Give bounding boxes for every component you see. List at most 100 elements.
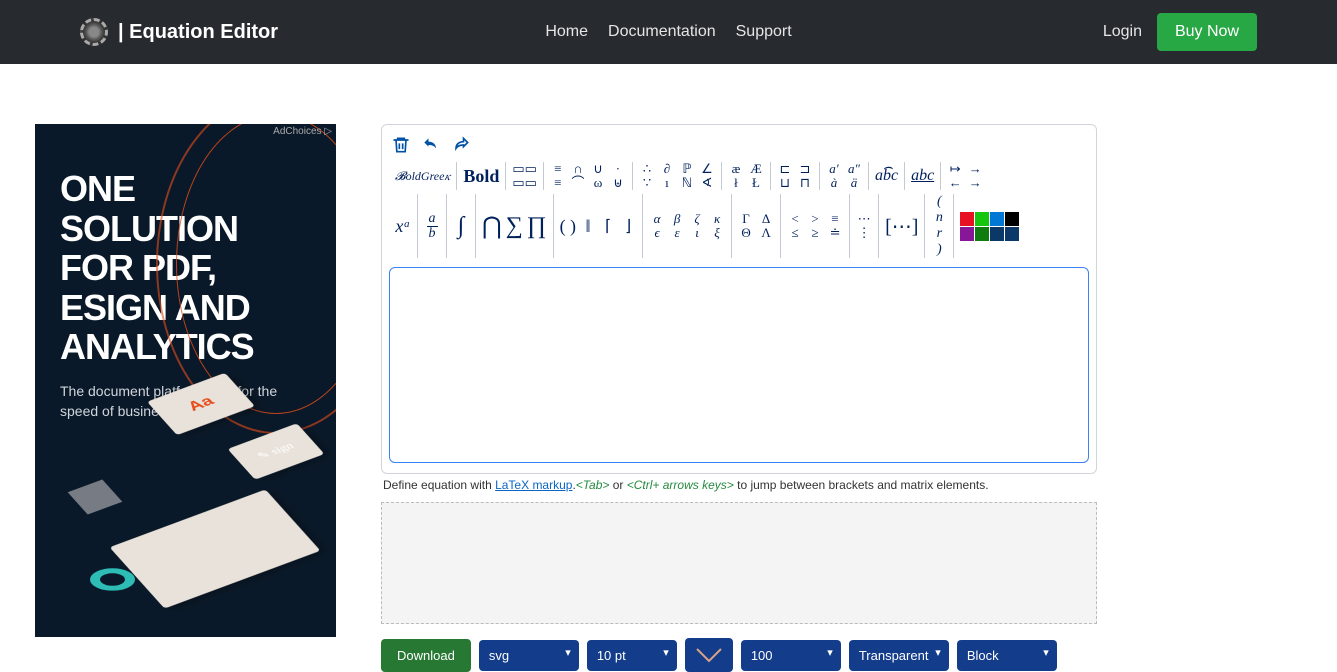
color-black[interactable]: [1005, 212, 1019, 226]
main-nav: Home Documentation Support: [545, 23, 791, 41]
rect-bottom[interactable]: ▭▭: [512, 176, 537, 190]
sym-because[interactable]: ∵: [639, 176, 655, 190]
sym-l-stroke-uc[interactable]: Ł: [748, 176, 764, 190]
cdots-button[interactable]: ⋯: [856, 212, 872, 226]
bold-button[interactable]: Bold: [463, 166, 499, 187]
sym-angle[interactable]: ∠: [699, 162, 715, 176]
redo-icon[interactable]: [451, 135, 471, 155]
ad-card-sign: ✎ sign: [228, 423, 325, 479]
sym-blackboard-p[interactable]: ℙ: [679, 162, 695, 176]
sym-l-stroke-lc[interactable]: ł: [728, 176, 744, 190]
binom-button[interactable]: (nr): [931, 194, 947, 258]
lceil-button[interactable]: ⌈: [600, 216, 616, 236]
geq-button[interactable]: ≥: [807, 226, 823, 240]
adchoices-badge[interactable]: AdChoices ▷: [273, 126, 332, 137]
equation-input[interactable]: [389, 267, 1089, 463]
abc-underline[interactable]: abc: [911, 167, 934, 185]
trash-icon[interactable]: [391, 135, 411, 155]
background-select[interactable]: Transparent: [849, 640, 949, 671]
crop-button[interactable]: [685, 638, 733, 672]
download-button[interactable]: Download: [381, 639, 471, 672]
display-select[interactable]: Block: [957, 640, 1057, 671]
boldgreek-button[interactable]: 𝓑oldGree𝜅: [395, 169, 450, 184]
epsilon-button[interactable]: ϵ: [649, 226, 665, 240]
sym-partial[interactable]: ∂: [659, 162, 675, 176]
format-select[interactable]: svg: [479, 640, 579, 671]
theta-uc-button[interactable]: Θ: [738, 226, 754, 240]
sym-dotless-i[interactable]: ı: [659, 176, 675, 190]
login-link[interactable]: Login: [1103, 23, 1142, 41]
lines-cup[interactable]: ∪: [590, 162, 606, 176]
nav-home[interactable]: Home: [545, 23, 588, 41]
sym-auml[interactable]: ä: [846, 176, 862, 190]
lines-equiv[interactable]: ≡: [550, 162, 566, 176]
sym-measuredangle[interactable]: ∢: [699, 176, 715, 190]
hint-suffix: to jump between brackets and matrix elem…: [734, 478, 989, 492]
parens-button[interactable]: ( ): [560, 216, 577, 237]
buy-now-button[interactable]: Buy Now: [1157, 13, 1257, 51]
size-select[interactable]: 10 pt: [587, 640, 677, 671]
norm-button[interactable]: ‖: [580, 216, 596, 237]
arrow-left[interactable]: ←: [947, 176, 963, 190]
rect-top[interactable]: ▭▭: [512, 162, 537, 176]
bigcap-button[interactable]: ⋂: [482, 212, 502, 241]
sym-sqsup[interactable]: ⊐: [797, 162, 813, 176]
latex-markup-link[interactable]: LaTeX markup: [495, 478, 572, 492]
lambda-uc-button[interactable]: Λ: [758, 226, 774, 240]
equiv-button[interactable]: ≡: [827, 212, 843, 226]
color-purple[interactable]: [960, 227, 974, 241]
color-darkgreen[interactable]: [975, 227, 989, 241]
nav-support[interactable]: Support: [736, 23, 792, 41]
sum-button[interactable]: ∑: [506, 213, 523, 240]
lt-button[interactable]: <: [787, 212, 803, 226]
scale-select[interactable]: 100: [741, 640, 841, 671]
matrix-cdots-button[interactable]: [⋯]: [885, 214, 918, 239]
sym-sqcup[interactable]: ⊔: [777, 176, 793, 190]
sym-therefore[interactable]: ∴: [639, 162, 655, 176]
undo-icon[interactable]: [421, 135, 441, 155]
sym-ae-lc[interactable]: æ: [728, 162, 744, 176]
iota-button[interactable]: ι: [689, 226, 705, 240]
fraction-button[interactable]: a b: [424, 212, 440, 241]
xi-button[interactable]: ξ: [709, 226, 725, 240]
color-navy[interactable]: [990, 227, 1004, 241]
gamma-uc-button[interactable]: Γ: [738, 212, 754, 226]
vdots-button[interactable]: ⋮: [856, 226, 872, 240]
nav-documentation[interactable]: Documentation: [608, 23, 716, 41]
advertisement[interactable]: AdChoices ▷ ONE SOLUTION FOR PDF, ESIGN …: [35, 124, 336, 637]
sym-adblprime[interactable]: a″: [846, 162, 862, 176]
arrow-right-top[interactable]: →: [967, 162, 983, 176]
delta-uc-button[interactable]: Δ: [758, 212, 774, 226]
varepsilon-button[interactable]: ε: [669, 226, 685, 240]
lines-dot[interactable]: ·: [610, 162, 626, 176]
sym-aprime[interactable]: a′: [826, 162, 842, 176]
lines-cap[interactable]: ∩: [570, 162, 586, 176]
prod-button[interactable]: ∏: [527, 213, 547, 240]
zeta-button[interactable]: ζ: [689, 212, 705, 226]
leq-button[interactable]: ≤: [787, 226, 803, 240]
lines-uplus[interactable]: ⊎: [610, 176, 626, 190]
alpha-button[interactable]: α: [649, 212, 665, 226]
color-red[interactable]: [960, 212, 974, 226]
arrow-right-bot[interactable]: →: [967, 176, 983, 190]
color-green[interactable]: [975, 212, 989, 226]
sym-ae-uc[interactable]: Æ: [748, 162, 764, 176]
sym-agrave[interactable]: à: [826, 176, 842, 190]
lines-equiv2[interactable]: ≡: [550, 176, 566, 190]
lines-frown[interactable]: ⌒: [570, 176, 586, 190]
arrow-mapsto[interactable]: ↦: [947, 162, 963, 176]
doteq-button[interactable]: ≐: [827, 226, 843, 240]
rfloor-button[interactable]: ⌋: [620, 216, 636, 236]
lines-omega[interactable]: ω: [590, 176, 606, 190]
gt-button[interactable]: >: [807, 212, 823, 226]
sym-sqsub[interactable]: ⊏: [777, 162, 793, 176]
sym-sqcap[interactable]: ⊓: [797, 176, 813, 190]
abc-arc[interactable]: abc: [875, 167, 898, 185]
sym-blackboard-n[interactable]: ℕ: [679, 176, 695, 190]
color-blue[interactable]: [990, 212, 1004, 226]
xa-button[interactable]: xᵃ: [395, 216, 411, 237]
integral-button[interactable]: ∫: [453, 213, 469, 240]
kappa-button[interactable]: κ: [709, 212, 725, 226]
beta-button[interactable]: β: [669, 212, 685, 226]
color-navy2[interactable]: [1005, 227, 1019, 241]
